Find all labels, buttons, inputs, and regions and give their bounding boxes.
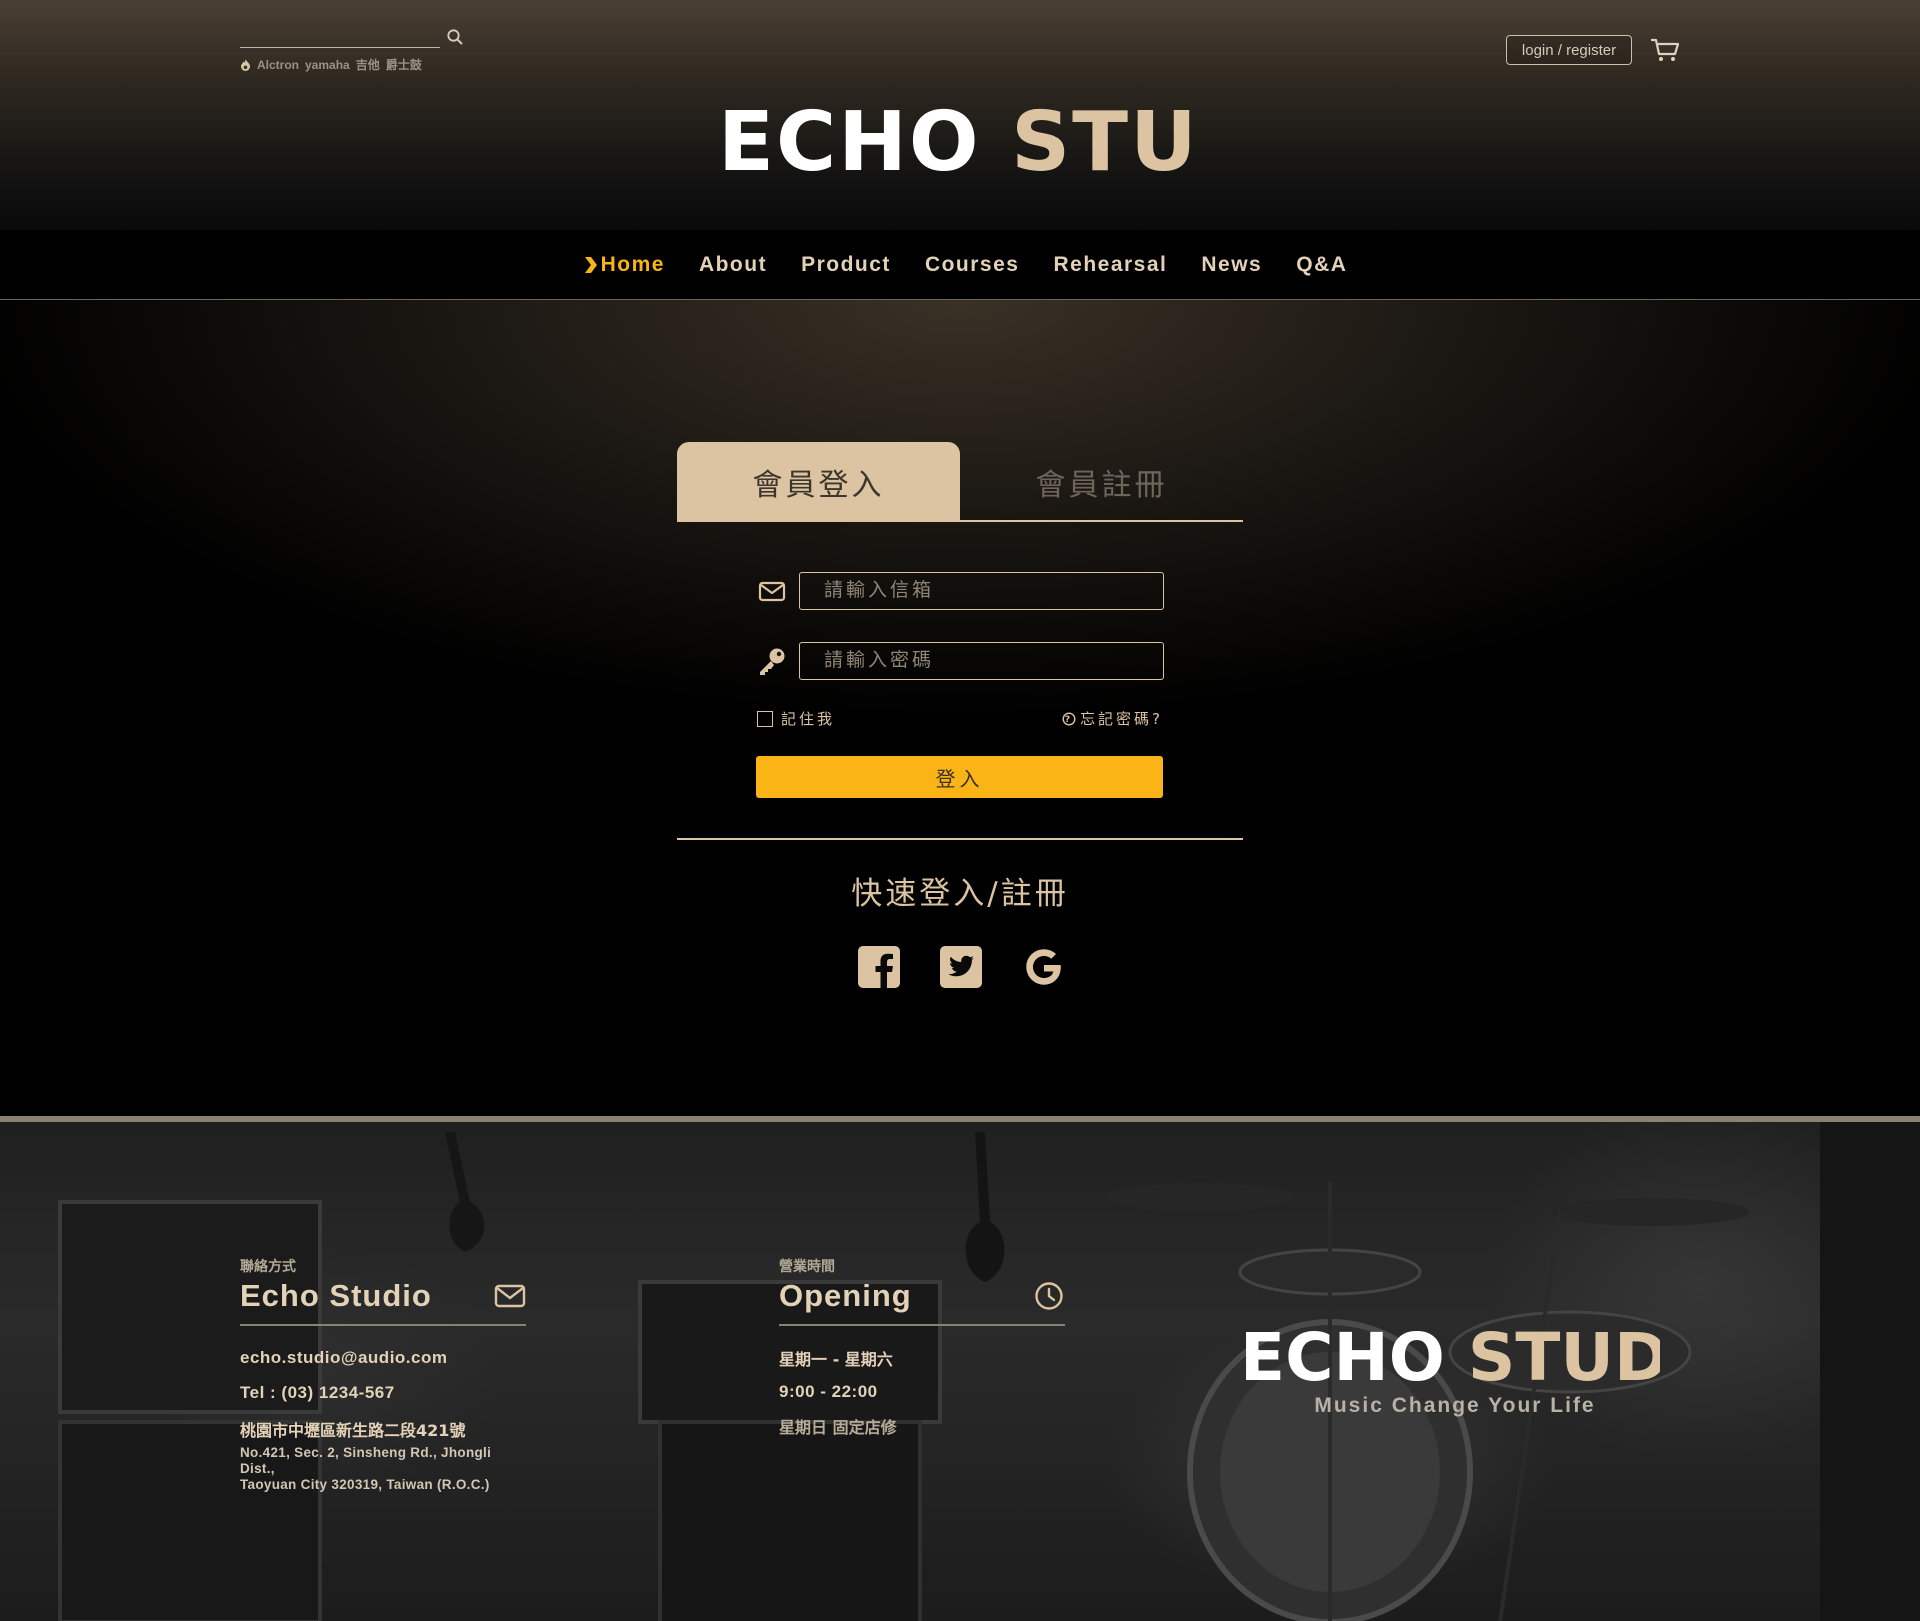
contact-address-en-1: No.421, Sec. 2, Sinsheng Rd., Jhongli Di…: [240, 1445, 492, 1476]
hot-tags: Alctron yamaha 吉他 爵士鼓: [240, 56, 422, 73]
login-submit-button[interactable]: 登入: [756, 756, 1163, 798]
chevron-right-icon: [584, 257, 597, 273]
footer-logo-text: ECHO STUDIO: [1240, 1322, 1660, 1382]
nav-item-news[interactable]: News: [1201, 253, 1262, 277]
footer-logo: ECHO STUDIO: [1240, 1322, 1660, 1382]
login-register-button[interactable]: login / register: [1506, 35, 1632, 65]
login-section: 會員登入 會員註冊 記住我 ? 忘記密碼? 登入 快速登入: [0, 300, 1920, 1116]
hours-column: 營業時間 Opening 星期一 - 星期六 9:00 - 22:00 星期日 …: [779, 1256, 1065, 1438]
email-row: [757, 572, 1164, 610]
key-icon: [760, 648, 785, 675]
tab-register[interactable]: 會員註冊: [960, 442, 1243, 522]
footer-slogan: Music Change Your Life: [1314, 1394, 1596, 1417]
cart-icon[interactable]: [1650, 37, 1680, 63]
search-icon[interactable]: [446, 28, 464, 46]
envelope-icon: [494, 1284, 526, 1308]
nav-label: Home: [600, 253, 665, 276]
hot-tag[interactable]: 爵士鼓: [386, 56, 422, 73]
site-header: Alctron yamaha 吉他 爵士鼓 login / register E…: [0, 0, 1920, 230]
question-icon: ?: [1062, 711, 1076, 726]
contact-address-zh: 桃園市中壢區新生路二段421號: [240, 1421, 466, 1440]
divider: [677, 838, 1243, 840]
fire-icon: [241, 58, 250, 71]
hot-tag[interactable]: 吉他: [356, 56, 380, 73]
social-login: [0, 945, 1920, 989]
main-nav: Home About Product Courses Rehearsal New…: [0, 230, 1920, 300]
nav-item-rehearsal[interactable]: Rehearsal: [1053, 253, 1167, 277]
email-field[interactable]: [799, 572, 1164, 610]
contact-title: Echo Studio: [240, 1278, 432, 1313]
hours-time: 9:00 - 22:00: [779, 1382, 878, 1401]
nav-item-home[interactable]: Home: [583, 253, 665, 277]
site-footer: 聯絡方式 Echo Studio echo.studio@audio.com T…: [0, 1116, 1920, 1621]
nav-item-qa[interactable]: Q&A: [1296, 253, 1347, 277]
remember-label: 記住我: [781, 710, 836, 728]
search-input[interactable]: [240, 26, 440, 48]
nav-item-product[interactable]: Product: [801, 253, 891, 277]
google-icon[interactable]: [1021, 945, 1065, 989]
contact-address-en-2: Taoyuan City 320319, Taiwan (R.O.C.): [240, 1477, 490, 1492]
svg-text:?: ?: [1065, 715, 1073, 725]
hot-tag[interactable]: Alctron: [257, 58, 299, 72]
remember-me[interactable]: 記住我: [757, 708, 835, 729]
remember-checkbox[interactable]: [757, 710, 773, 727]
logo-echo: ECHO STUDIO: [718, 100, 1198, 180]
hours-small-label: 營業時間: [779, 1259, 835, 1275]
facebook-icon[interactable]: [857, 945, 901, 989]
hours-closed: 星期日 固定店修: [779, 1418, 897, 1437]
contact-email[interactable]: echo.studio@audio.com: [240, 1348, 526, 1368]
nav-item-courses[interactable]: Courses: [925, 253, 1020, 277]
twitter-icon[interactable]: [939, 945, 983, 989]
tab-login[interactable]: 會員登入: [677, 442, 960, 522]
login-options: 記住我 ? 忘記密碼?: [757, 708, 1163, 732]
clock-icon: [1035, 1282, 1063, 1310]
password-row: [757, 642, 1164, 680]
contact-column: 聯絡方式 Echo Studio echo.studio@audio.com T…: [240, 1256, 526, 1493]
forgot-password-link[interactable]: ? 忘記密碼?: [1062, 708, 1163, 729]
envelope-icon: [758, 581, 786, 602]
forgot-label: 忘記密碼?: [1080, 710, 1163, 728]
search-bar: [240, 26, 466, 48]
site-logo[interactable]: ECHO STUDIO: [718, 100, 1198, 180]
auth-tabs: 會員登入 會員註冊: [677, 442, 1243, 522]
password-field[interactable]: [799, 642, 1164, 680]
hours-days: 星期一 - 星期六: [779, 1350, 893, 1369]
quick-login-title: 快速登入/註冊: [851, 876, 1069, 912]
contact-small-label: 聯絡方式: [240, 1259, 296, 1275]
hot-tag[interactable]: yamaha: [305, 58, 350, 72]
contact-tel[interactable]: Tel : (03) 1234-567: [240, 1383, 526, 1403]
hours-title: Opening: [779, 1278, 912, 1313]
nav-item-about[interactable]: About: [699, 253, 767, 277]
